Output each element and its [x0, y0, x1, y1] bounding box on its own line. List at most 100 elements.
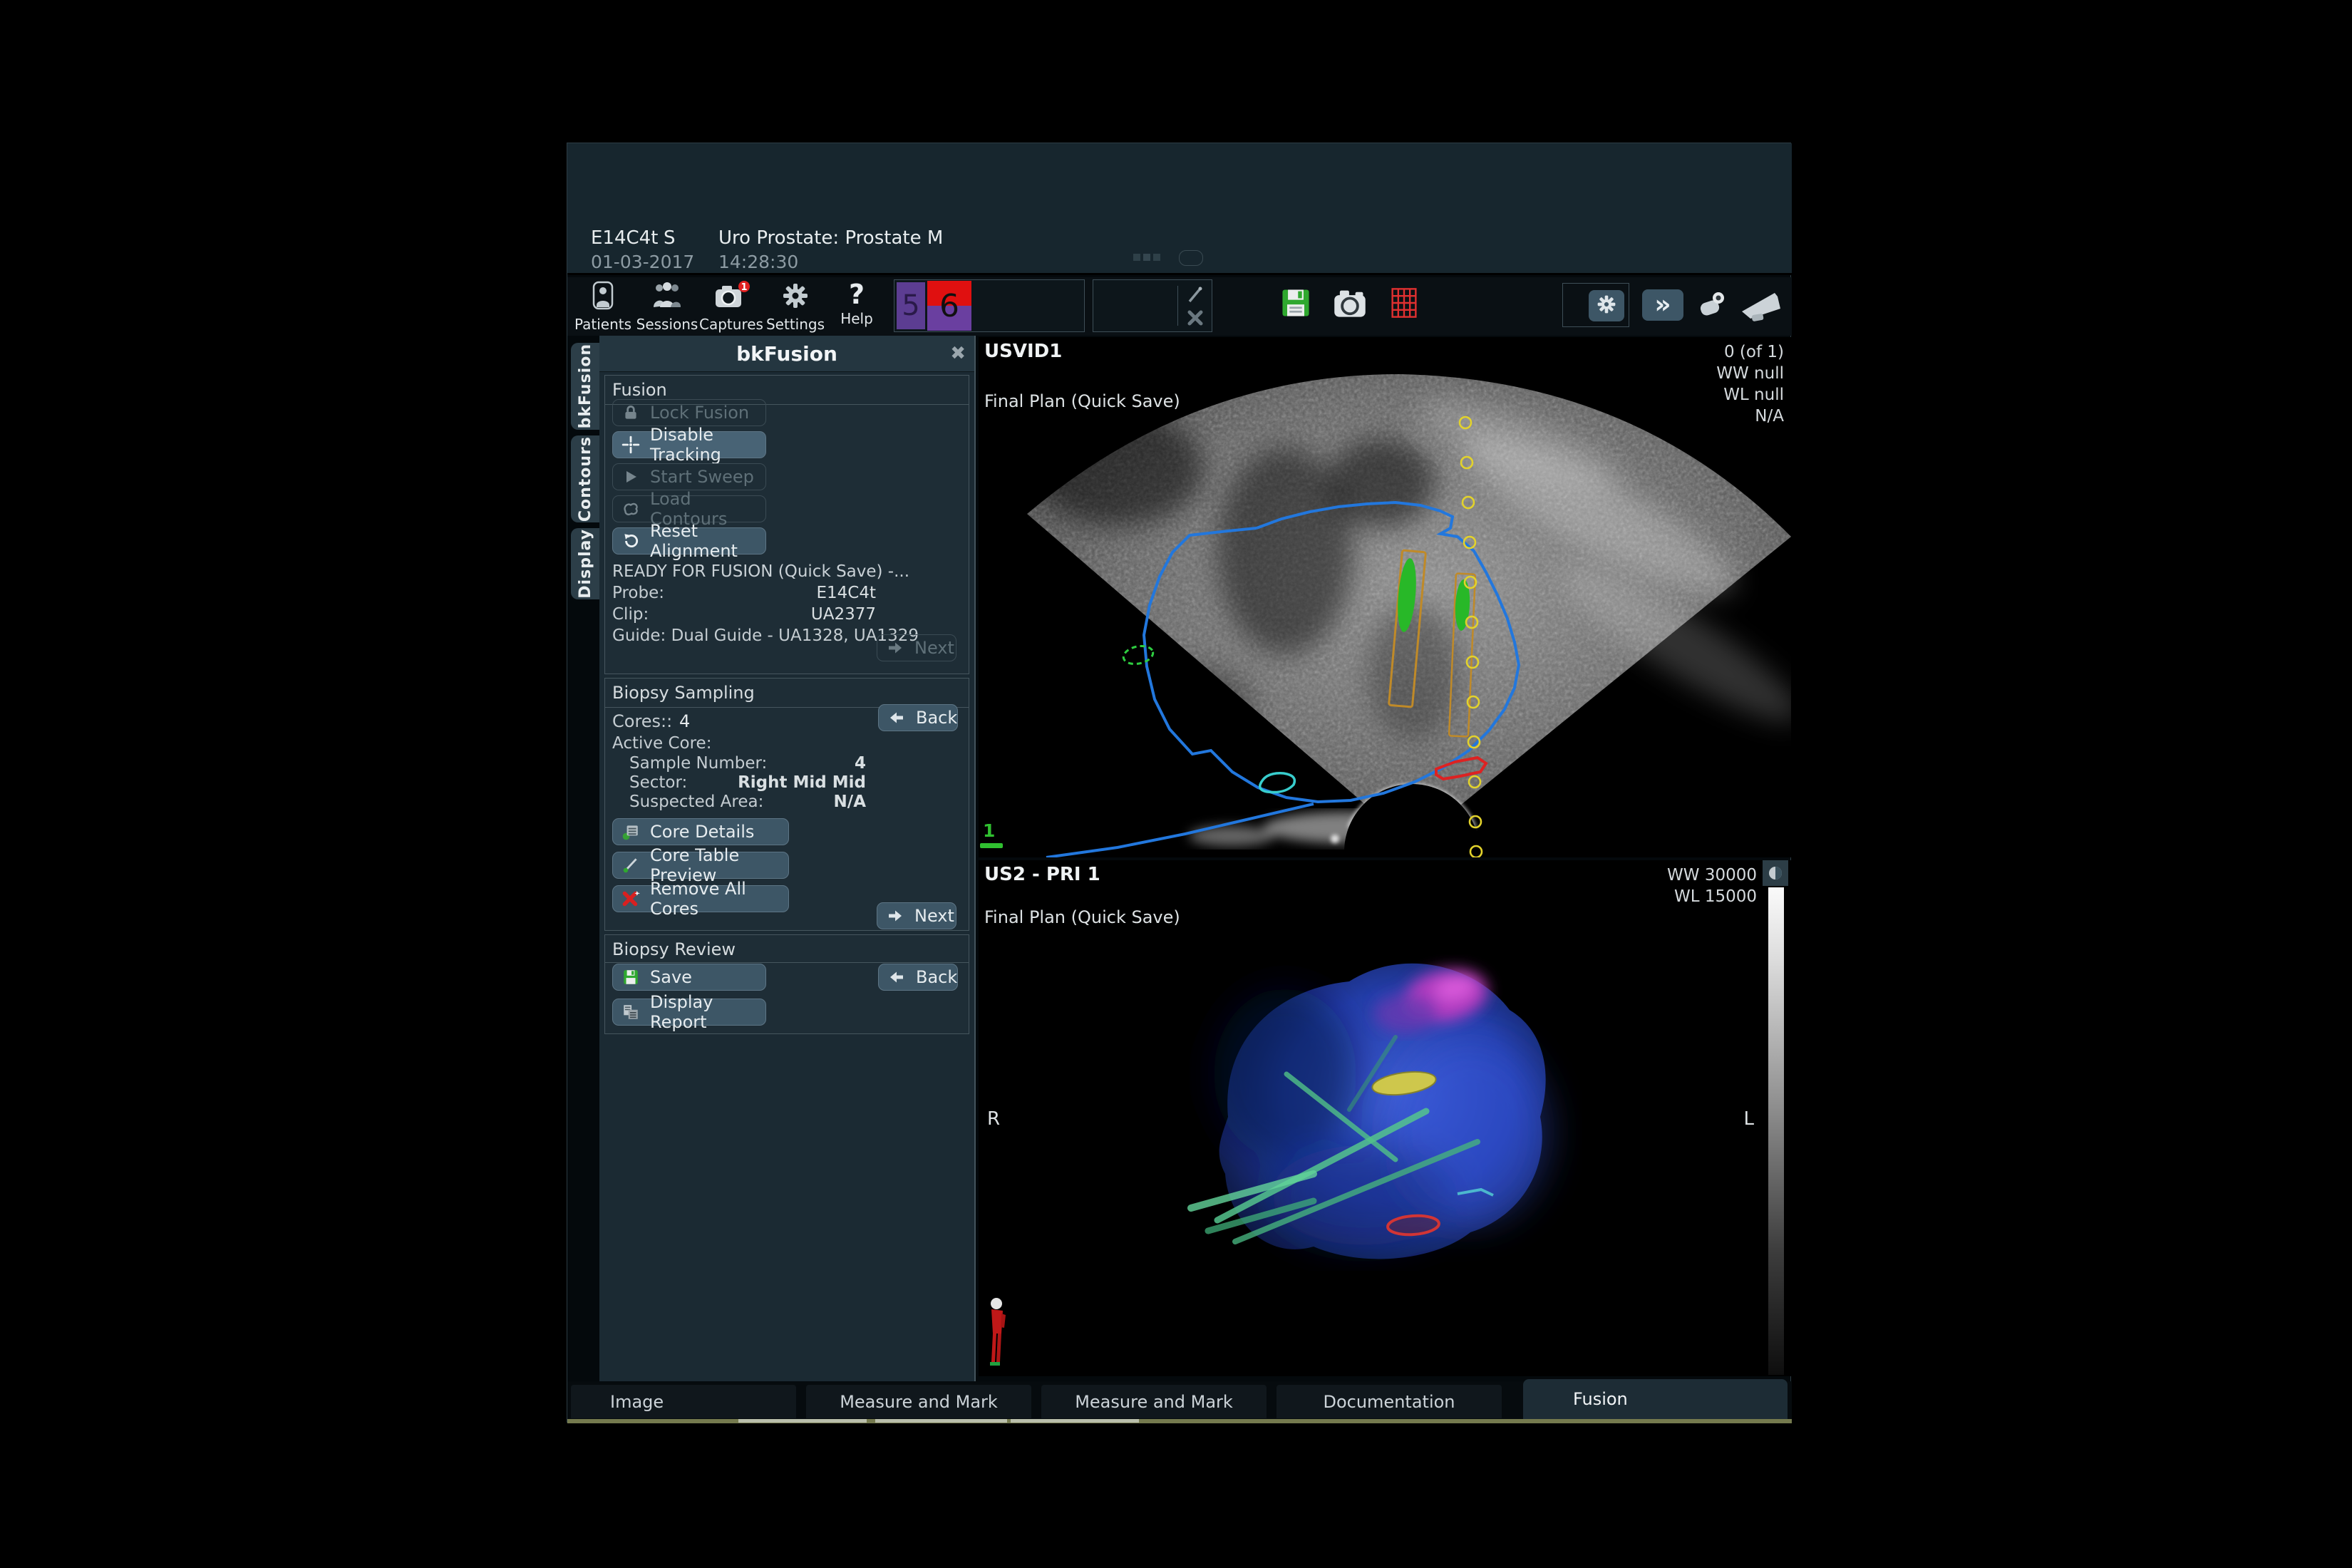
side-tab-contours-label: Contours: [577, 436, 594, 522]
patients-icon: [587, 280, 619, 314]
sector-value: Right Mid Mid: [733, 773, 866, 792]
suspected-area-value: N/A: [733, 793, 866, 811]
lock-icon: [620, 402, 641, 423]
display-report-button[interactable]: Display Report: [612, 999, 766, 1026]
fusion-section: Fusion Lock Fusion Disable Tracking Star…: [604, 375, 969, 674]
tab-measure-and-mark-1-label: Measure and Mark: [840, 1392, 998, 1412]
ultrasound-view-bottom[interactable]: US2 - PRI 1 Final Plan (Quick Save) WW 3…: [979, 860, 1791, 1376]
tab-measure-and-mark-2-label: Measure and Mark: [1075, 1392, 1233, 1412]
capture-thumb-6-label: 6: [939, 288, 959, 324]
save-image-button[interactable]: [1279, 286, 1313, 323]
contour-icon: [620, 498, 641, 520]
capture-thumb-5[interactable]: 5: [897, 282, 925, 329]
cores-value: 4: [679, 711, 690, 731]
pill-indicator: [1179, 250, 1203, 266]
snapshot-button[interactable]: [1332, 286, 1368, 323]
ultrasound-view-top[interactable]: USVID1 Final Plan (Quick Save) 0 (of 1) …: [979, 337, 1791, 857]
sampling-next-button[interactable]: Next: [877, 902, 956, 929]
guide-line: Guide: Dual Guide - UA1328, UA1329: [612, 626, 919, 645]
expand-toolbar-button[interactable]: »: [1642, 289, 1683, 321]
tools-box: [1562, 283, 1629, 327]
captures-badge: 1: [741, 282, 747, 293]
sampling-back-button[interactable]: Back: [878, 704, 958, 731]
core-details-button[interactable]: Core Details: [612, 818, 789, 845]
grid-view-button[interactable]: [1388, 286, 1420, 323]
remove-all-cores-button[interactable]: Remove All Cores: [612, 885, 789, 912]
divider-highlight: [738, 1419, 867, 1423]
undo-icon: [620, 530, 641, 552]
core-details-icon: [620, 821, 641, 842]
prostate-3d-render: [979, 860, 1791, 1376]
red-x-icon: [620, 888, 641, 909]
side-tab-display[interactable]: Display: [571, 528, 599, 599]
save-button[interactable]: Save: [612, 964, 766, 991]
settings-label: Settings: [766, 316, 825, 333]
clip-label: Clip:: [612, 605, 649, 624]
side-tab-display-label: Display: [577, 529, 594, 599]
lock-fusion-label: Lock Fusion: [650, 403, 749, 423]
tab-image[interactable]: Image: [571, 1385, 796, 1418]
tab-documentation[interactable]: Documentation: [1276, 1385, 1502, 1418]
us1-na: N/A: [1716, 406, 1784, 427]
bkfusion-panel: bkFusion ✖ Fusion Lock Fusion Disable Tr…: [599, 336, 976, 1381]
start-sweep-button[interactable]: Start Sweep: [612, 463, 766, 490]
sessions-button[interactable]: Sessions: [633, 280, 701, 333]
side-tab-bkfusion[interactable]: bkFusion: [571, 343, 599, 430]
grayscale-bar[interactable]: [1768, 887, 1784, 1375]
tab-fusion[interactable]: Fusion: [1523, 1379, 1788, 1419]
us1-info: 0 (of 1) WW null WL null N/A: [1716, 341, 1784, 427]
captures-label: Captures: [699, 316, 763, 333]
review-back-button[interactable]: Back: [878, 964, 958, 991]
clear-annotation-icon[interactable]: [1185, 307, 1206, 331]
core-table-preview-button[interactable]: Core Table Preview: [612, 852, 789, 879]
side-tab-bkfusion-label: bkFusion: [577, 344, 594, 428]
probe-icon[interactable]: [1695, 289, 1729, 324]
pencil-icon[interactable]: [1185, 284, 1206, 309]
side-tab-contours[interactable]: Contours: [571, 435, 599, 522]
chevrons-icon: »: [1654, 291, 1671, 319]
fusion-section-label: Fusion: [612, 380, 667, 400]
us2-plan: Final Plan (Quick Save): [984, 907, 1180, 927]
capture-thumb-6[interactable]: 6: [927, 281, 971, 331]
tab-measure-and-mark-1[interactable]: Measure and Mark: [806, 1385, 1031, 1418]
annotation-box: [1093, 279, 1212, 332]
close-icon[interactable]: ✖: [950, 343, 966, 364]
us1-plan: Final Plan (Quick Save): [984, 391, 1180, 411]
disable-tracking-label: Disable Tracking: [650, 425, 758, 465]
capture-thumb-5-label: 5: [902, 289, 919, 322]
indicator-square: [1143, 254, 1150, 261]
capture-thumbnails-box: 5 6: [894, 279, 1085, 332]
us1-ww: WW null: [1716, 363, 1784, 384]
toolbar-settings-button[interactable]: [1589, 290, 1624, 321]
sample-number-value: 4: [733, 754, 866, 773]
exam-type: Uro Prostate: Prostate M: [718, 227, 943, 249]
help-button[interactable]: ? Help: [822, 280, 891, 333]
sampling-next-label: Next: [914, 906, 954, 926]
scale-marker: 1: [983, 820, 995, 841]
divider: [605, 962, 969, 963]
arrow-left-icon: [886, 707, 907, 728]
reset-alignment-button[interactable]: Reset Alignment: [612, 527, 766, 555]
indicator-square: [1153, 254, 1160, 261]
fusion-next-button[interactable]: Next: [877, 634, 956, 661]
lock-fusion-button[interactable]: Lock Fusion: [612, 399, 766, 426]
panel-title: bkFusion: [599, 342, 974, 366]
indicator-square: [1133, 254, 1140, 261]
brightness-icon[interactable]: [1763, 860, 1788, 886]
load-contours-button[interactable]: Load Contours: [612, 495, 766, 522]
app-window: E14C4t S Uro Prostate: Prostate M 01-03-…: [567, 143, 1791, 1423]
captures-button[interactable]: 1 Captures: [697, 280, 765, 333]
megaphone-icon[interactable]: [1738, 287, 1785, 326]
biopsy-review-section: Biopsy Review Save Back Display Report: [604, 934, 969, 1034]
probe-label: Probe:: [612, 584, 664, 602]
patients-button[interactable]: Patients: [569, 280, 637, 333]
patient-flag: S: [664, 227, 676, 249]
orientation-right: R: [987, 1108, 1000, 1130]
settings-button[interactable]: Settings: [761, 280, 830, 333]
active-core-label: Active Core:: [612, 734, 711, 753]
panel-header: bkFusion ✖: [599, 336, 974, 372]
fusion-next-label: Next: [914, 638, 954, 658]
disable-tracking-button[interactable]: Disable Tracking: [612, 431, 766, 458]
tab-measure-and-mark-2[interactable]: Measure and Mark: [1041, 1385, 1267, 1418]
gear-icon: [780, 280, 811, 314]
